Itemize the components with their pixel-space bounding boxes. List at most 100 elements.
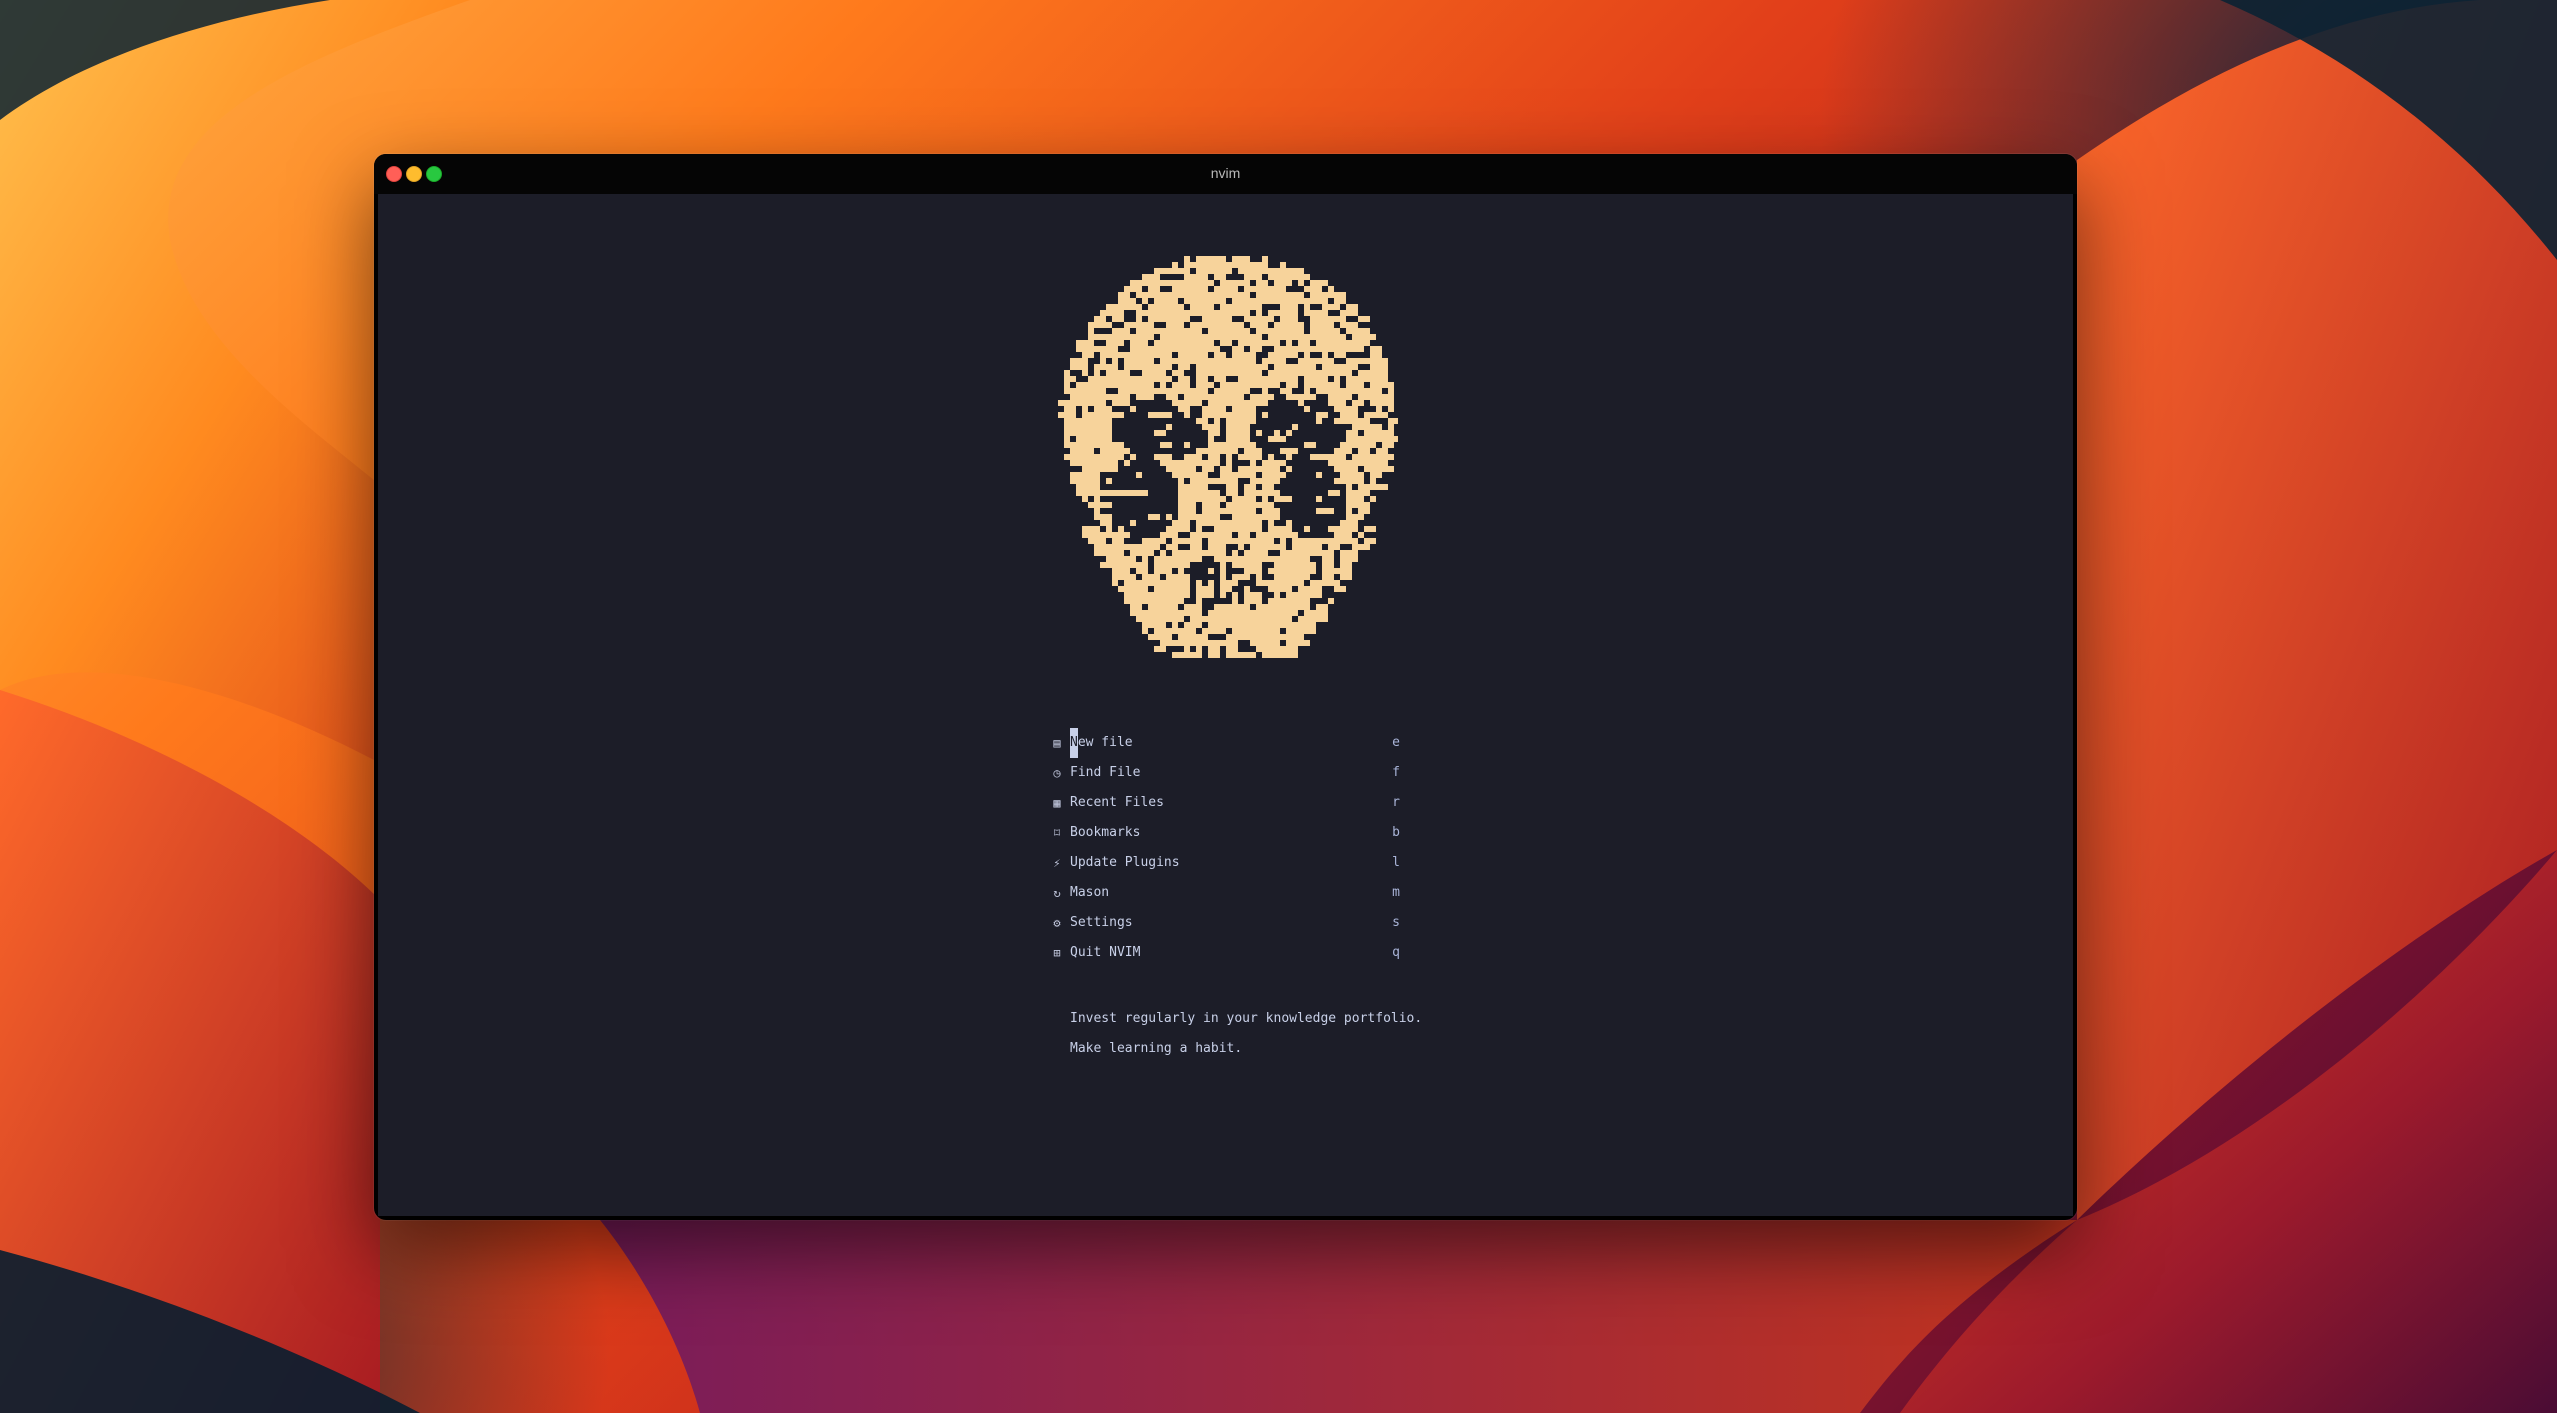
- skull-pixel: [1244, 298, 1250, 304]
- skull-pixel: [1100, 460, 1106, 466]
- skull-pixel: [1082, 346, 1094, 352]
- skull-pixel: [1130, 580, 1142, 586]
- skull-pixel: [1280, 562, 1286, 568]
- skull-pixel: [1268, 604, 1274, 610]
- skull-pixel: [1244, 358, 1250, 364]
- skull-pixel: [1298, 544, 1304, 550]
- skull-pixel: [1160, 364, 1172, 370]
- menu-item-new-file[interactable]: ▤ New file e: [1050, 728, 1410, 758]
- skull-pixel: [1142, 346, 1148, 352]
- skull-pixel: [1364, 538, 1376, 544]
- menu-item-settings[interactable]: ⚙ Settings s: [1050, 908, 1410, 938]
- skull-pixel: [1190, 394, 1196, 400]
- skull-pixel: [1076, 400, 1088, 406]
- skull-pixel: [1268, 316, 1274, 322]
- skull-pixel: [1304, 604, 1310, 610]
- window-title: nvim: [1210, 165, 1241, 181]
- skull-pixel: [1262, 460, 1268, 466]
- skull-pixel: [1172, 394, 1178, 400]
- skull-pixel: [1100, 490, 1112, 496]
- skull-pixel: [1172, 280, 1178, 286]
- skull-pixel: [1316, 376, 1322, 382]
- skull-pixel: [1208, 346, 1220, 352]
- quit-icon: ⊞: [1053, 946, 1061, 960]
- skull-pixel: [1244, 508, 1256, 514]
- skull-pixel: [1196, 364, 1202, 370]
- skull-pixel: [1112, 412, 1124, 418]
- skull-pixel: [1232, 562, 1244, 568]
- skull-pixel: [1250, 322, 1256, 328]
- skull-pixel: [1178, 616, 1184, 622]
- skull-pixel: [1244, 262, 1250, 268]
- window-titlebar[interactable]: nvim: [374, 154, 2077, 194]
- menu-item-bookmarks[interactable]: ⌑ Bookmarks b: [1050, 818, 1410, 848]
- skull-pixel: [1346, 394, 1352, 400]
- skull-pixel: [1160, 346, 1166, 352]
- nvim-dashboard[interactable]: ▤ New file e ◷ Find File f ▦ Recent File…: [378, 194, 2073, 1216]
- skull-pixel: [1292, 568, 1298, 574]
- skull-pixel: [1166, 334, 1172, 340]
- skull-pixel: [1136, 358, 1148, 364]
- skull-pixel: [1106, 436, 1112, 442]
- skull-pixel: [1334, 376, 1340, 382]
- skull-pixel: [1352, 490, 1358, 496]
- skull-pixel: [1262, 364, 1268, 370]
- skull-pixel: [1148, 364, 1154, 370]
- skull-pixel: [1358, 394, 1364, 400]
- skull-pixel: [1238, 538, 1244, 544]
- skull-pixel: [1160, 280, 1166, 286]
- skull-pixel: [1214, 616, 1220, 622]
- skull-pixel: [1220, 568, 1226, 574]
- skull-pixel: [1088, 532, 1094, 538]
- skull-pixel: [1304, 574, 1310, 580]
- menu-item-quit-nvim[interactable]: ⊞ Quit NVIM q: [1050, 938, 1410, 968]
- skull-pixel: [1208, 610, 1214, 616]
- skull-pixel: [1100, 436, 1106, 442]
- skull-pixel: [1256, 316, 1262, 322]
- skull-pixel: [1178, 400, 1184, 406]
- menu-item-mason[interactable]: ↻ Mason m: [1050, 878, 1410, 908]
- skull-pixel: [1280, 532, 1286, 538]
- skull-pixel: [1196, 418, 1202, 424]
- menu-item-update-plugins[interactable]: ⚡ Update Plugins l: [1050, 848, 1410, 878]
- skull-pixel: [1184, 406, 1190, 412]
- skull-pixel: [1274, 286, 1280, 292]
- skull-pixel: [1232, 292, 1238, 298]
- skull-pixel: [1202, 490, 1208, 496]
- menu-item-label: Find File: [1070, 765, 1141, 780]
- skull-pixel: [1190, 502, 1196, 508]
- skull-pixel: [1388, 400, 1394, 406]
- skull-pixel: [1130, 352, 1136, 358]
- skull-pixel: [1370, 400, 1376, 406]
- skull-pixel: [1154, 610, 1160, 616]
- skull-pixel: [1328, 460, 1334, 466]
- skull-pixel: [1280, 304, 1286, 310]
- skull-pixel: [1220, 304, 1232, 310]
- skull-pixel: [1166, 328, 1172, 334]
- skull-pixel: [1130, 364, 1136, 370]
- menu-item-find-file[interactable]: ◷ Find File f: [1050, 758, 1410, 788]
- skull-pixel: [1118, 388, 1124, 394]
- skull-pixel: [1334, 292, 1346, 298]
- skull-pixel: [1232, 490, 1238, 496]
- skull-pixel: [1154, 628, 1166, 634]
- skull-pixel: [1340, 568, 1352, 574]
- skull-pixel: [1148, 538, 1154, 544]
- skull-pixel: [1112, 364, 1118, 370]
- skull-pixel: [1262, 628, 1274, 634]
- skull-pixel: [1286, 520, 1292, 526]
- skull-pixel: [1100, 562, 1112, 568]
- skull-pixel: [1250, 340, 1256, 346]
- menu-item-recent-files[interactable]: ▦ Recent Files r: [1050, 788, 1410, 818]
- skull-pixel: [1274, 340, 1280, 346]
- skull-pixel: [1202, 406, 1208, 412]
- skull-pixel: [1094, 442, 1106, 448]
- skull-pixel: [1226, 472, 1232, 478]
- skull-pixel: [1220, 532, 1226, 538]
- skull-pixel: [1286, 352, 1292, 358]
- skull-pixel: [1064, 412, 1070, 418]
- skull-pixel: [1250, 454, 1256, 460]
- skull-pixel: [1232, 550, 1238, 556]
- skull-pixel: [1106, 556, 1112, 562]
- skull-pixel: [1148, 328, 1160, 334]
